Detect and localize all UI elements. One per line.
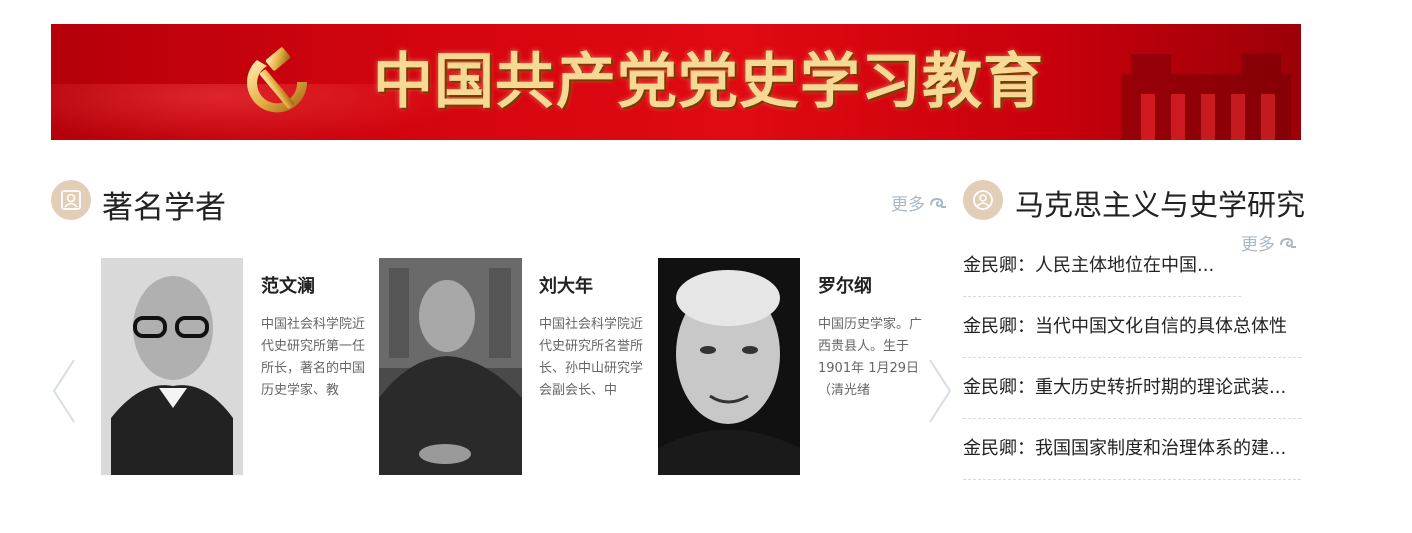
carousel-next-arrow-icon[interactable] (924, 358, 954, 424)
marxism-section-title: 马克思主义与史学研究 (1015, 188, 1306, 222)
portrait-icon (61, 190, 81, 210)
person-circle-icon (973, 190, 993, 210)
scholar-card[interactable]: 范文澜 中国社会科学院近代史研究所第一任所长，著名的中国历史学家、教 (101, 258, 371, 475)
header-banner: 中国共产党党史学习教育 (51, 24, 1301, 140)
cloud-swirl-icon (930, 197, 946, 208)
more-label: 更多 (1241, 235, 1275, 255)
article-link[interactable]: 金民卿：重大历史转折时期的理论武装... (963, 358, 1301, 419)
cloud-swirl-icon (1280, 237, 1296, 248)
scholar-description: 中国历史学家。广西贵县人。生于1901年 1月29日（清光绪 (818, 317, 923, 398)
scholar-description: 中国社会科学院近代史研究所名誉所长、孙中山研究学会副会长、中 (539, 317, 644, 398)
article-link[interactable]: 金民卿：我国国家制度和治理体系的建... (963, 419, 1301, 480)
party-emblem-icon (247, 47, 308, 113)
scholar-photo[interactable] (379, 258, 522, 475)
scholar-section-title: 著名学者 (102, 190, 226, 226)
scholar-name[interactable]: 刘大年 (539, 272, 593, 298)
more-label: 更多 (891, 195, 925, 215)
scholar-photo[interactable] (101, 258, 243, 475)
scholar-card[interactable]: 罗尔纲 中国历史学家。广西贵县人。生于1901年 1月29日（清光绪 (658, 258, 928, 475)
scholar-name[interactable]: 范文澜 (261, 272, 315, 298)
scholar-card[interactable]: 刘大年 中国社会科学院近代史研究所名誉所长、孙中山研究学会副会长、中 (379, 258, 649, 475)
article-link[interactable]: 金民卿：当代中国文化自信的具体总体性 (963, 297, 1301, 358)
article-link[interactable]: 金民卿：人民主体地位在中国... (963, 236, 1241, 297)
building-silhouette-icon (1121, 54, 1291, 140)
marxism-section-icon (963, 180, 1003, 220)
scholars-more-link[interactable]: 更多 (891, 190, 947, 215)
scholar-photo[interactable] (658, 258, 800, 475)
banner-title: 中国共产党党史学习教育 (373, 47, 1044, 117)
carousel-prev-arrow-icon[interactable] (50, 358, 80, 424)
marxism-more-link[interactable]: 更多 (1241, 230, 1297, 255)
scholar-description: 中国社会科学院近代史研究所第一任所长，著名的中国历史学家、教 (261, 317, 366, 398)
scholar-name[interactable]: 罗尔纲 (818, 272, 872, 298)
scholar-section-icon (51, 180, 91, 220)
